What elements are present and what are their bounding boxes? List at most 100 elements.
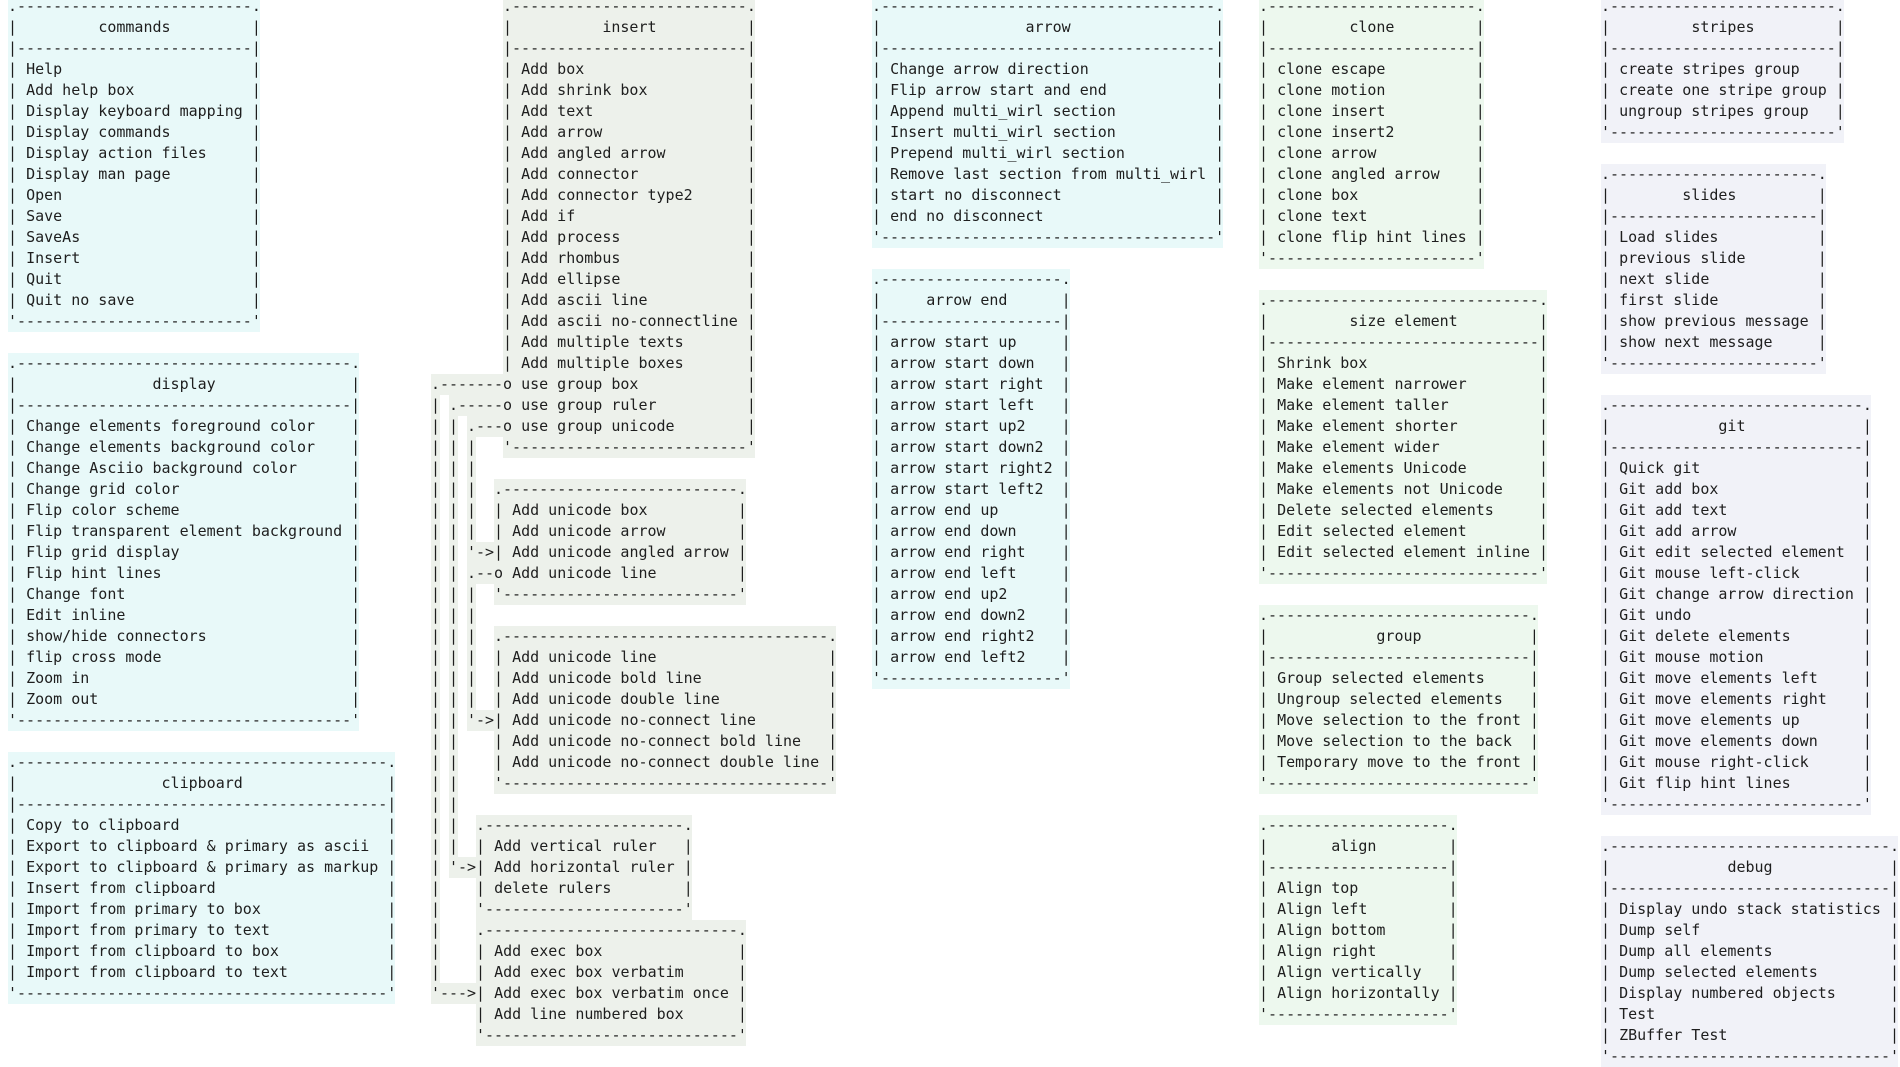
menu-item[interactable]: Display keyboard mapping — [26, 102, 243, 120]
menu-item[interactable]: Change elements foreground color — [26, 417, 315, 435]
menu-item[interactable]: Insert multi_wirl section — [890, 123, 1116, 141]
menu-item[interactable]: Add ellipse — [521, 270, 620, 288]
menu-item[interactable]: Align top — [1277, 879, 1358, 897]
menu-item[interactable]: arrow start left — [890, 396, 1035, 414]
menu-item[interactable]: Add process — [521, 228, 620, 246]
menu-item[interactable]: Add unicode arrow — [512, 522, 666, 540]
menu-item[interactable]: previous slide — [1619, 249, 1745, 267]
menu-item[interactable]: Add unicode box — [512, 501, 647, 519]
menu-item[interactable]: Git move elements up — [1619, 711, 1800, 729]
menu-item[interactable]: Add line numbered box — [494, 1005, 684, 1023]
menu-item[interactable]: Flip color scheme — [26, 501, 180, 519]
menu-item[interactable]: Edit inline — [26, 606, 125, 624]
menu-item[interactable]: Move selection to the front — [1277, 711, 1521, 729]
menu-item[interactable]: Add unicode no-connect line — [512, 711, 756, 729]
menu-item[interactable]: Help — [26, 60, 62, 78]
menu-item[interactable]: Temporary move to the front — [1277, 753, 1521, 771]
menu-item[interactable]: arrow start right2 — [890, 459, 1053, 477]
menu-item[interactable]: first slide — [1619, 291, 1718, 309]
menu-item[interactable]: arrow end up — [890, 501, 998, 519]
menu-item[interactable]: Flip transparent element background — [26, 522, 342, 540]
menu-item[interactable]: Copy to clipboard — [26, 816, 180, 834]
menu-item[interactable]: Align horizontally — [1277, 984, 1440, 1002]
menu-item[interactable]: arrow start down2 — [890, 438, 1044, 456]
menu-item[interactable]: Add multiple texts — [521, 333, 684, 351]
menu-item[interactable]: Align bottom — [1277, 921, 1385, 939]
menu-item[interactable]: Change font — [26, 585, 125, 603]
menu-item[interactable]: arrow end right2 — [890, 627, 1035, 645]
menu-item[interactable]: Dump all elements — [1619, 942, 1773, 960]
menu-item[interactable]: Display man page — [26, 165, 171, 183]
menu-item[interactable]: Add exec box verbatim once — [494, 984, 729, 1002]
menu-item[interactable]: arrow end left — [890, 564, 1016, 582]
menu-item[interactable]: clone escape — [1277, 60, 1385, 78]
menu-item[interactable]: Flip arrow start and end — [890, 81, 1107, 99]
menu-item[interactable]: Add angled arrow — [521, 144, 666, 162]
menu-item[interactable]: Change arrow direction — [890, 60, 1089, 78]
menu-item[interactable]: Add connector — [521, 165, 638, 183]
menu-item[interactable]: Quit — [26, 270, 62, 288]
menu-item[interactable]: Display numbered objects — [1619, 984, 1836, 1002]
menu-item[interactable]: Zoom out — [26, 690, 98, 708]
menu-item[interactable]: Add unicode line — [512, 564, 657, 582]
menu-item[interactable]: Add ascii line — [521, 291, 647, 309]
menu-item[interactable]: Add unicode no-connect bold line — [512, 732, 801, 750]
menu-item[interactable]: Git mouse left-click — [1619, 564, 1800, 582]
menu-item[interactable]: Add vertical ruler — [494, 837, 657, 855]
menu-item[interactable]: create stripes group — [1619, 60, 1800, 78]
menu-item[interactable]: Dump self — [1619, 921, 1700, 939]
menu-item[interactable]: Git mouse motion — [1619, 648, 1764, 666]
menu-item[interactable]: clone arrow — [1277, 144, 1376, 162]
menu-item[interactable]: ZBuffer Test — [1619, 1026, 1727, 1044]
menu-item[interactable]: flip cross mode — [26, 648, 161, 666]
menu-item[interactable]: Change grid color — [26, 480, 180, 498]
menu-item[interactable]: Import from primary to box — [26, 900, 261, 918]
menu-item[interactable]: Remove last section from multi_wirl — [890, 165, 1206, 183]
menu-item[interactable]: Add exec box verbatim — [494, 963, 684, 981]
menu-item[interactable]: Add unicode double line — [512, 690, 720, 708]
menu-item[interactable]: clone motion — [1277, 81, 1385, 99]
menu-item[interactable]: Make element narrower — [1277, 375, 1467, 393]
menu-item[interactable]: Shrink box — [1277, 354, 1367, 372]
menu-item[interactable]: end no disconnect — [890, 207, 1044, 225]
menu-item[interactable]: Edit selected element inline — [1277, 543, 1530, 561]
menu-item[interactable]: Add unicode line — [512, 648, 657, 666]
menu-item[interactable]: Display commands — [26, 123, 171, 141]
menu-item[interactable]: use group box — [521, 375, 638, 393]
menu-item[interactable]: Import from clipboard to text — [26, 963, 288, 981]
menu-item[interactable]: Add shrink box — [521, 81, 647, 99]
menu-item[interactable]: clone angled arrow — [1277, 165, 1440, 183]
menu-item[interactable]: Display action files — [26, 144, 207, 162]
menu-item[interactable]: Git add box — [1619, 480, 1718, 498]
menu-item[interactable]: Move selection to the back — [1277, 732, 1512, 750]
menu-item[interactable]: Flip hint lines — [26, 564, 161, 582]
menu-item[interactable]: Add ascii no-connectline — [521, 312, 738, 330]
menu-item[interactable]: Quick git — [1619, 459, 1700, 477]
menu-item[interactable]: clone text — [1277, 207, 1367, 225]
menu-item[interactable]: Add connector type2 — [521, 186, 693, 204]
menu-item[interactable]: SaveAs — [26, 228, 80, 246]
menu-item[interactable]: arrow start up2 — [890, 417, 1025, 435]
menu-item[interactable]: show previous message — [1619, 312, 1809, 330]
menu-item[interactable]: Prepend multi_wirl section — [890, 144, 1125, 162]
menu-item[interactable]: Add if — [521, 207, 575, 225]
menu-item[interactable]: Import from clipboard to box — [26, 942, 279, 960]
menu-item[interactable]: Test — [1619, 1005, 1655, 1023]
menu-item[interactable]: arrow start right — [890, 375, 1044, 393]
menu-item[interactable]: Git change arrow direction — [1619, 585, 1854, 603]
menu-item[interactable]: Git move elements down — [1619, 732, 1818, 750]
menu-item[interactable]: start no disconnect — [890, 186, 1062, 204]
menu-item[interactable]: Add multiple boxes — [521, 354, 684, 372]
menu-item[interactable]: Export to clipboard & primary as markup — [26, 858, 378, 876]
menu-item[interactable]: ungroup stripes group — [1619, 102, 1809, 120]
menu-item[interactable]: Git edit selected element — [1619, 543, 1845, 561]
menu-item[interactable]: Make elements not Unicode — [1277, 480, 1503, 498]
menu-item[interactable]: Add box — [521, 60, 584, 78]
menu-item[interactable]: Open — [26, 186, 62, 204]
menu-item[interactable]: Load slides — [1619, 228, 1718, 246]
menu-item[interactable]: arrow end down — [890, 522, 1016, 540]
menu-item[interactable]: Add rhombus — [521, 249, 620, 267]
menu-item[interactable]: Add unicode angled arrow — [512, 543, 729, 561]
menu-item[interactable]: arrow end down2 — [890, 606, 1025, 624]
menu-item[interactable]: Display undo stack statistics — [1619, 900, 1881, 918]
